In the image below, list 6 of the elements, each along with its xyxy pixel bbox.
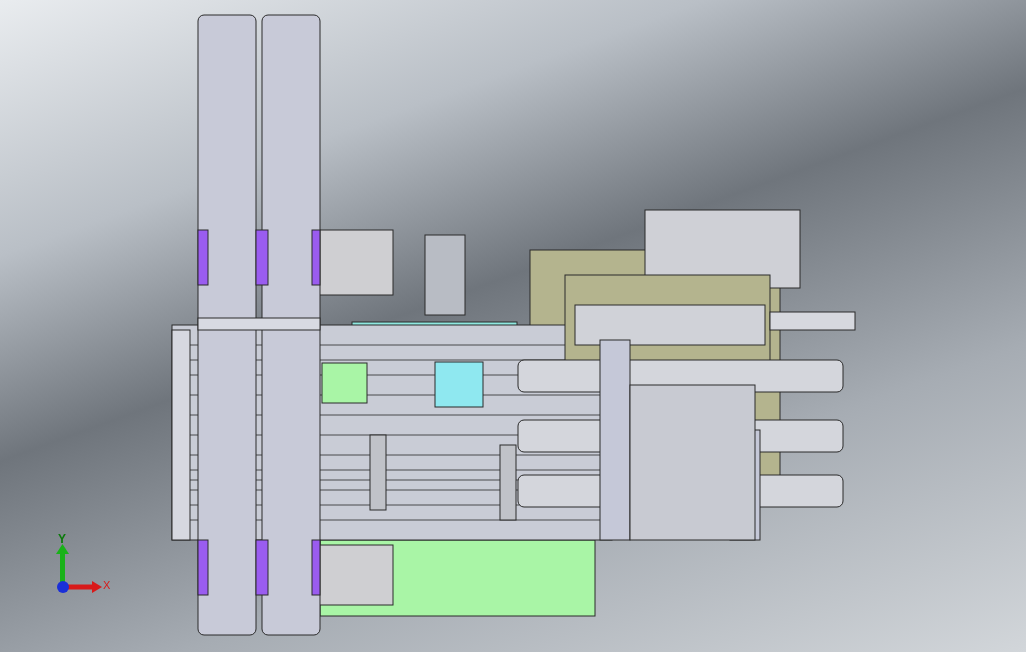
y-axis-arrow [56,544,69,584]
origin-sphere-icon [57,581,69,593]
cad-viewport[interactable]: Y X [0,0,1026,652]
x-axis-label: X [103,579,111,591]
y-axis-label: Y [58,532,66,546]
x-axis-arrow [68,581,102,593]
